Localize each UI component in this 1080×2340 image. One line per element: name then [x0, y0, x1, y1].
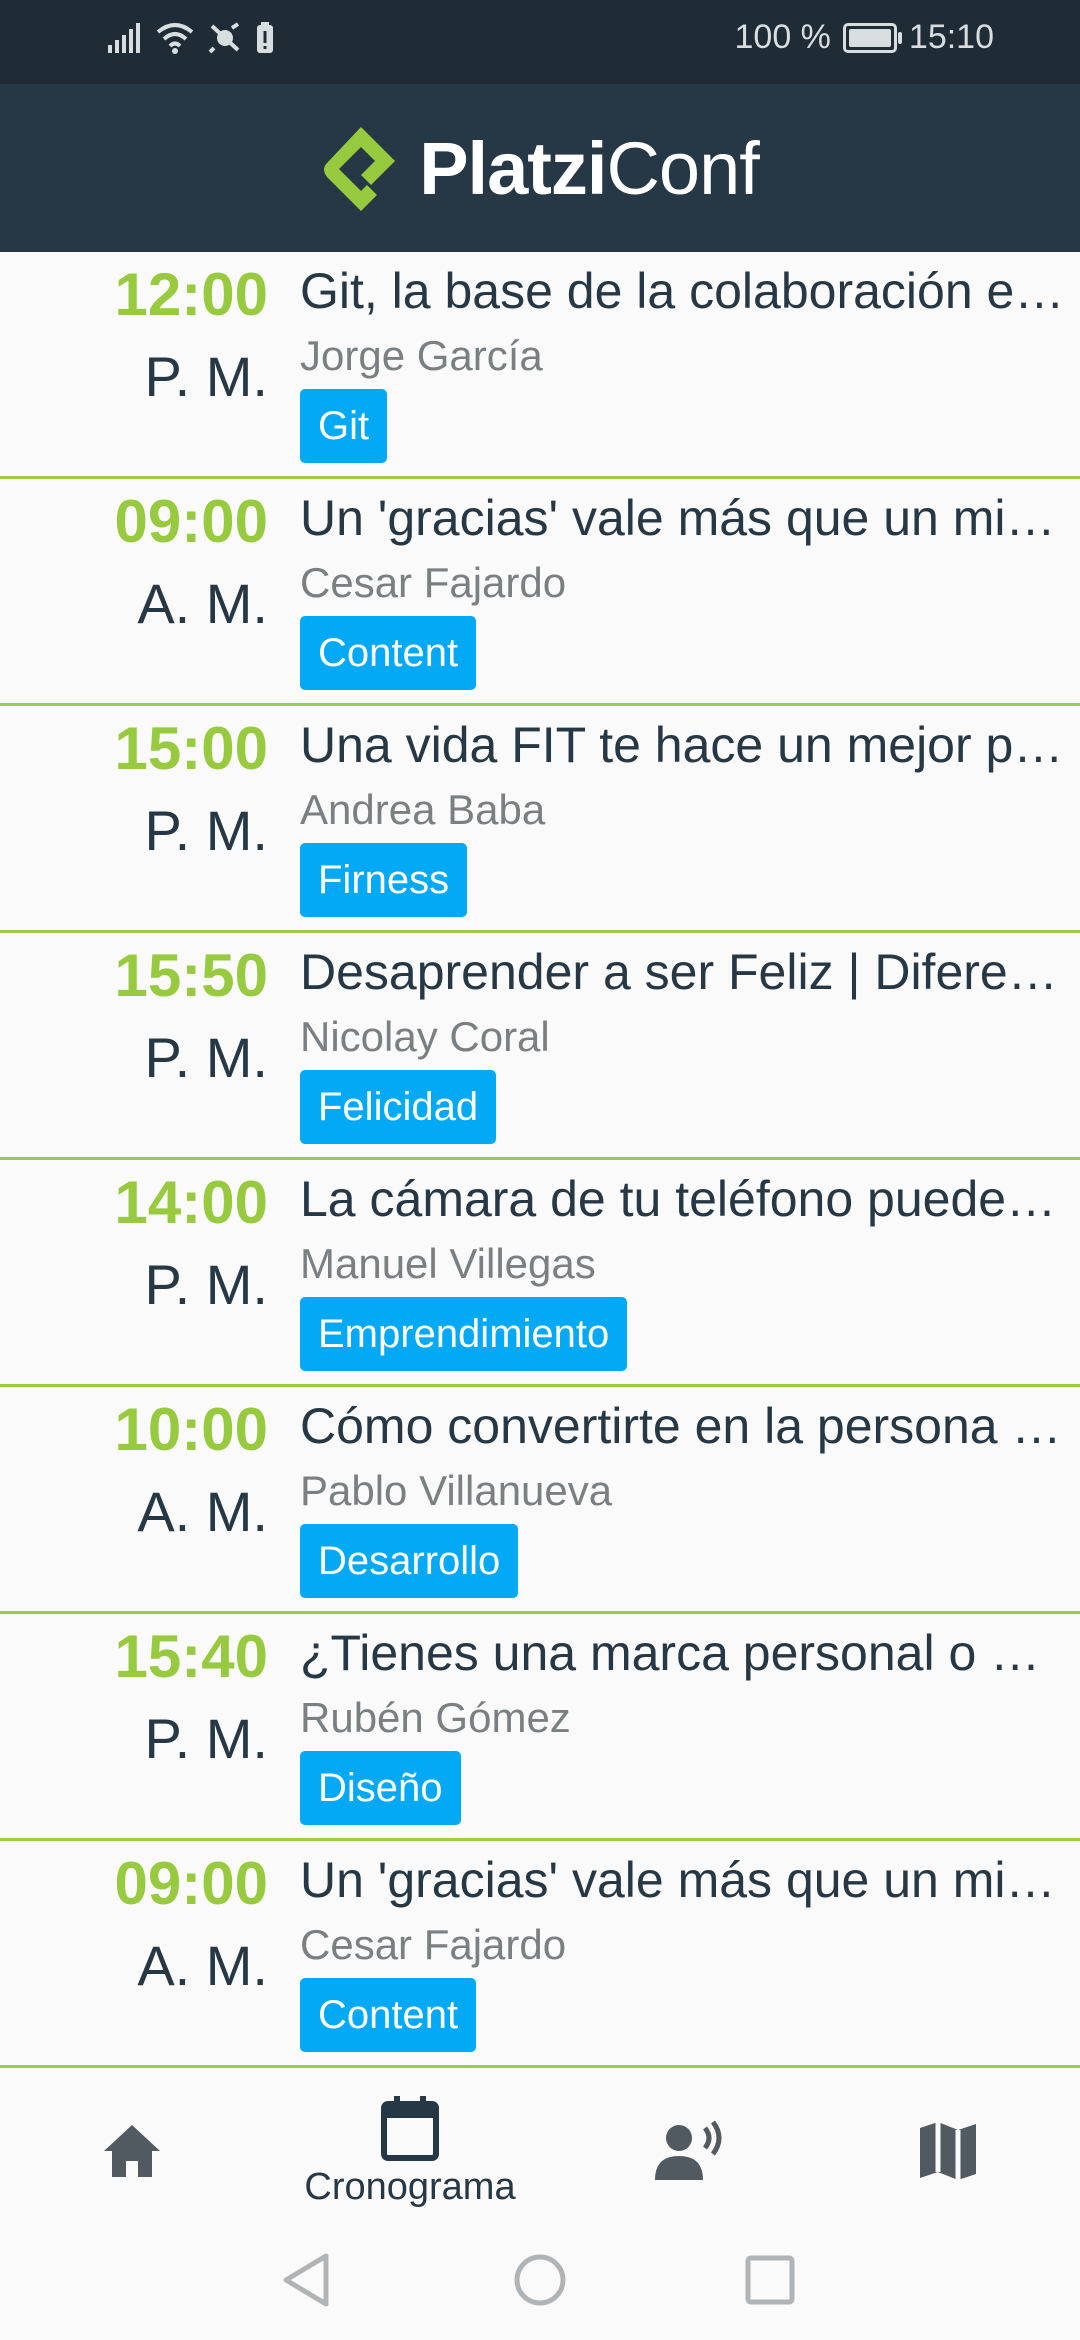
- battery-percent: 100 %: [734, 18, 831, 56]
- talk-speaker: Andrea Baba: [300, 786, 546, 833]
- talk-tag-badge: Felicidad: [300, 1070, 497, 1144]
- nav-item-map[interactable]: [888, 2072, 1008, 2230]
- recents-icon[interactable]: [744, 2252, 796, 2308]
- home-icon: [104, 2125, 160, 2177]
- talk-time: 15:40: [114, 1623, 268, 1690]
- speaker-icon: [655, 2120, 722, 2180]
- talk-ampm: P. M.: [144, 1026, 268, 1089]
- talk-list-item[interactable]: 15:50 P. M. Desaprender a ser Feliz | Di…: [0, 933, 1080, 1160]
- system-navigation-bar: [0, 2230, 1080, 2340]
- talk-tag-badge: Content: [300, 1978, 477, 2052]
- talk-speaker: Cesar Fajardo: [300, 1921, 567, 1968]
- talk-ampm: P. M.: [144, 1253, 268, 1316]
- signal-icon: [108, 23, 140, 53]
- talk-title: Desaprender a ser Feliz | Diferencias: [300, 944, 1065, 1000]
- home-button-icon[interactable]: [512, 2252, 568, 2308]
- talk-list-item[interactable]: 14:00 P. M. La cámara de tu teléfono pue…: [0, 1160, 1080, 1387]
- calendar-icon: [381, 2095, 439, 2161]
- talk-time: 15:00: [114, 715, 268, 782]
- talk-title: La cámara de tu teléfono puede más: [300, 1171, 1065, 1227]
- talk-tag-badge: Diseño: [300, 1751, 461, 1825]
- talk-ampm: A. M.: [137, 572, 268, 635]
- talk-list-item[interactable]: 12:00 P. M. Git, la base de la colaborac…: [0, 252, 1080, 479]
- status-bar: 100 % 15:10: [0, 0, 1080, 84]
- talk-speaker: Jorge García: [300, 332, 543, 379]
- talk-time: 09:00: [114, 1850, 268, 1917]
- talk-list-item[interactable]: 09:00 A. M. Un 'gracias' vale más que un…: [0, 1841, 1080, 2068]
- nav-label-cronograma: Cronograma: [304, 2165, 516, 2208]
- talk-time: 09:00: [114, 488, 268, 555]
- talk-ampm: P. M.: [144, 345, 268, 408]
- talk-speaker: Rubén Gómez: [300, 1694, 571, 1741]
- back-icon[interactable]: [280, 2252, 332, 2308]
- platzi-logo-icon: [324, 127, 396, 211]
- talk-tag-badge: Desarrollo: [300, 1524, 519, 1598]
- talk-tag-badge: Emprendimiento: [300, 1297, 628, 1371]
- bottom-navigation: Cronograma: [0, 2072, 1080, 2230]
- talk-speaker: Pablo Villanueva: [300, 1467, 613, 1514]
- talk-speaker: Cesar Fajardo: [300, 559, 567, 606]
- logo-text: PlatziConf: [419, 126, 760, 210]
- talk-title: Un 'gracias' vale más que un millón de l…: [300, 490, 1065, 546]
- talk-title: ¿Tienes una marca personal o solo un per…: [300, 1625, 1065, 1681]
- talk-list-item[interactable]: 15:00 P. M. Una vida FIT te hace un mejo…: [0, 706, 1080, 933]
- nav-item-home[interactable]: [72, 2072, 192, 2230]
- schedule-list[interactable]: 12:00 P. M. Git, la base de la colaborac…: [0, 252, 1080, 2072]
- map-icon: [920, 2122, 976, 2180]
- talk-time: 14:00: [114, 1169, 268, 1236]
- talk-title: Cómo convertirte en la persona indicada: [300, 1398, 1065, 1454]
- talk-list-item[interactable]: 15:40 P. M. ¿Tienes una marca personal o…: [0, 1614, 1080, 1841]
- platzi-conf-logo: PlatziConf: [321, 123, 760, 213]
- app-header: PlatziConf: [0, 84, 1080, 252]
- do-not-disturb-icon: [208, 22, 240, 54]
- talk-list-item[interactable]: 09:00 A. M. Un 'gracias' vale más que un…: [0, 479, 1080, 706]
- nav-item-speakers[interactable]: [630, 2072, 750, 2230]
- talk-speaker: Manuel Villegas: [300, 1240, 596, 1287]
- talk-title: Git, la base de la colaboración en proye…: [300, 263, 1065, 319]
- talk-title: Un 'gracias' vale más que un millón de l…: [300, 1852, 1065, 1908]
- talk-list-item[interactable]: 10:00 A. M. Cómo convertirte en la perso…: [0, 1387, 1080, 1614]
- talk-time: 10:00: [114, 1396, 268, 1463]
- talk-ampm: P. M.: [144, 799, 268, 862]
- battery-icon: [842, 22, 902, 53]
- talk-title: Una vida FIT te hace un mejor profesiona…: [300, 717, 1065, 773]
- talk-ampm: A. M.: [137, 1934, 268, 1997]
- status-right: 100 % 15:10: [735, 18, 995, 57]
- nav-item-cronograma[interactable]: Cronograma: [280, 2072, 540, 2230]
- talk-tag-badge: Git: [300, 389, 388, 463]
- talk-time: 12:00: [114, 261, 268, 328]
- talk-ampm: P. M.: [144, 1707, 268, 1770]
- talk-time: 15:50: [114, 942, 268, 1009]
- alert-battery-icon: [257, 22, 273, 53]
- status-icons: [108, 22, 274, 54]
- talk-tag-badge: Content: [300, 616, 477, 690]
- talk-ampm: A. M.: [137, 1480, 268, 1543]
- wifi-icon: [156, 23, 194, 54]
- talk-speaker: Nicolay Coral: [300, 1013, 550, 1060]
- clock: 15:10: [908, 18, 994, 56]
- talk-tag-badge: Firness: [300, 843, 468, 917]
